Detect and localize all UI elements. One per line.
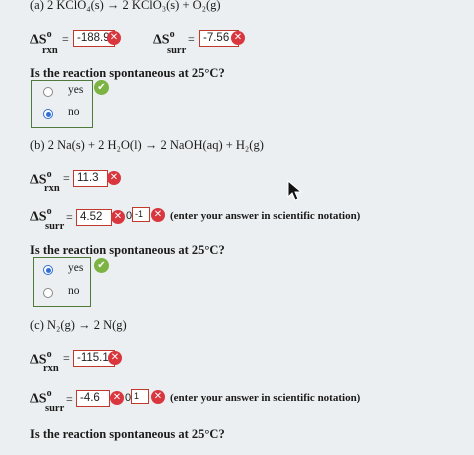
equation-a: (a) 2 KClO₄(s) → 2 KClO₃(s) + O₂(g) — [30, 0, 221, 12]
x-circle-icon: ✕ — [111, 210, 125, 224]
equals-sign: = — [66, 392, 73, 406]
radio-yes-b[interactable] — [43, 265, 53, 275]
option-yes-label-a: yes — [68, 84, 84, 96]
equals-sign: = — [63, 171, 70, 185]
equation-c: (c) N₂(g) → 2 N(g) — [30, 318, 127, 332]
equals-sign: = — [62, 32, 69, 46]
rxn-subscript-c: rxn — [43, 363, 59, 374]
spontaneity-question-b: Is the reaction spontaneous at 25°C? — [30, 243, 225, 257]
delta-s-rxn-input-b[interactable]: 11.3 — [73, 170, 108, 187]
exponent-input-c[interactable]: 1 — [131, 389, 149, 404]
scientific-notation-note-b: (enter your answer in scientific notatio… — [170, 210, 361, 222]
option-no-label-a: no — [68, 106, 80, 118]
x-circle-icon: ✕ — [110, 391, 124, 405]
option-yes-label-b: yes — [68, 262, 84, 274]
x-circle-icon: ✕ — [107, 31, 121, 45]
degree-mark: o — [46, 349, 52, 360]
x-circle-icon: ✕ — [108, 351, 122, 365]
x-circle-icon: ✕ — [107, 171, 121, 185]
check-circle-icon: ✔ — [94, 258, 109, 273]
arrow-cursor-icon — [287, 180, 303, 201]
radio-yes-a[interactable] — [43, 87, 53, 97]
equals-sign: = — [188, 32, 195, 46]
x-circle-icon: ✕ — [151, 208, 165, 222]
degree-mark: o — [169, 29, 175, 40]
spontaneity-question-c: Is the reaction spontaneous at 25°C? — [30, 427, 225, 441]
degree-mark: o — [46, 388, 52, 399]
degree-mark: o — [46, 29, 52, 40]
degree-mark: o — [46, 206, 52, 217]
x-circle-icon: ✕ — [231, 31, 245, 45]
exponent-input-b[interactable]: -1 — [132, 207, 150, 222]
option-no-label-b: no — [68, 285, 80, 297]
rxn-subscript-b: rxn — [44, 183, 60, 194]
degree-mark: o — [46, 169, 52, 180]
delta-s-surr-input-b[interactable]: 4.52 — [76, 209, 112, 226]
scientific-notation-note-c: (enter your answer in scientific notatio… — [170, 392, 361, 404]
radio-no-a[interactable] — [43, 109, 53, 119]
surr-subscript-b: surr — [45, 221, 65, 232]
delta-s-surr-input-c[interactable]: -4.6 — [76, 390, 110, 407]
surr-subscript-a: surr — [167, 45, 187, 56]
check-circle-icon: ✔ — [94, 80, 109, 95]
rxn-subscript-a: rxn — [42, 45, 58, 56]
answer-options-a — [31, 80, 93, 128]
equals-sign: = — [66, 210, 73, 224]
x-circle-icon: ✕ — [151, 390, 165, 404]
equation-b: (b) 2 Na(s) + 2 H₂O(l) → 2 NaOH(aq) + H₂… — [30, 138, 264, 152]
spontaneity-question-a: Is the reaction spontaneous at 25°C? — [30, 66, 225, 80]
equals-sign: = — [63, 351, 70, 365]
radio-no-b[interactable] — [43, 288, 53, 298]
surr-subscript-c: surr — [45, 403, 65, 414]
